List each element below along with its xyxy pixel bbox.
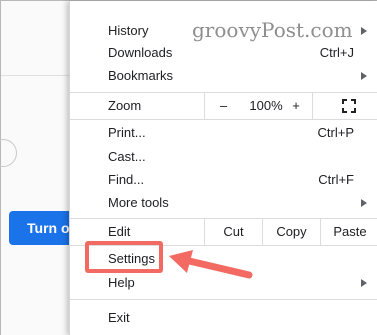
zoom-in-label: + (292, 98, 300, 113)
copy-label: Copy (276, 224, 307, 239)
menu-item-bookmarks[interactable]: Bookmarks (70, 64, 377, 88)
zoom-in-button[interactable]: + (280, 93, 312, 119)
zoom-row: Zoom – 100% + (70, 93, 377, 119)
menu-item-label: Bookmarks (108, 68, 174, 83)
chevron-right-icon (361, 279, 367, 287)
zoom-out-label: – (219, 98, 228, 113)
red-arrow-icon (169, 250, 253, 279)
menu-item-label: Find... (108, 172, 145, 187)
menu-item-label: Print... (108, 125, 146, 140)
menu-item-print[interactable]: Print... Ctrl+P (70, 121, 377, 145)
cut-label: Cut (223, 224, 244, 239)
zoom-out-button[interactable]: – (204, 93, 242, 119)
menu-shortcut: Ctrl+P (317, 125, 354, 140)
paste-button[interactable]: Paste (320, 219, 377, 245)
menu-separator (70, 299, 377, 300)
menu-separator (70, 119, 377, 120)
menu-item-label: History (108, 23, 149, 38)
watermark: groovyPost.com (192, 18, 353, 42)
menu-item-cast[interactable]: Cast... (70, 145, 377, 169)
settings-highlight-box (85, 241, 163, 273)
paste-label: Paste (333, 224, 367, 239)
cut-button[interactable]: Cut (204, 219, 262, 245)
menu-item-find[interactable]: Find... Ctrl+F (70, 168, 377, 192)
turn-on-button[interactable]: Turn on (9, 211, 75, 245)
menu-item-downloads[interactable]: Downloads Ctrl+J (70, 41, 377, 65)
chevron-right-icon (361, 72, 367, 80)
chevron-right-icon (361, 27, 367, 35)
copy-button[interactable]: Copy (262, 219, 320, 245)
zoom-label: Zoom (108, 98, 142, 113)
background-page (1, 1, 71, 335)
menu-item-exit[interactable]: Exit (70, 306, 377, 330)
zoom-level-value: 100% (249, 98, 283, 113)
menu-item-label: Downloads (108, 45, 173, 60)
menu-item-label: More tools (108, 195, 169, 210)
fullscreen-icon (342, 99, 356, 113)
menu-item-label: Cast... (108, 149, 146, 164)
menu-item-label: Exit (108, 310, 130, 325)
menu-shortcut: Ctrl+J (319, 45, 354, 60)
menu-item-more-tools[interactable]: More tools (70, 191, 377, 215)
menu-item-label: Help (108, 275, 135, 290)
menu-shortcut: Ctrl+F (318, 172, 354, 187)
background-divider (1, 75, 71, 76)
chevron-right-icon (361, 199, 367, 207)
